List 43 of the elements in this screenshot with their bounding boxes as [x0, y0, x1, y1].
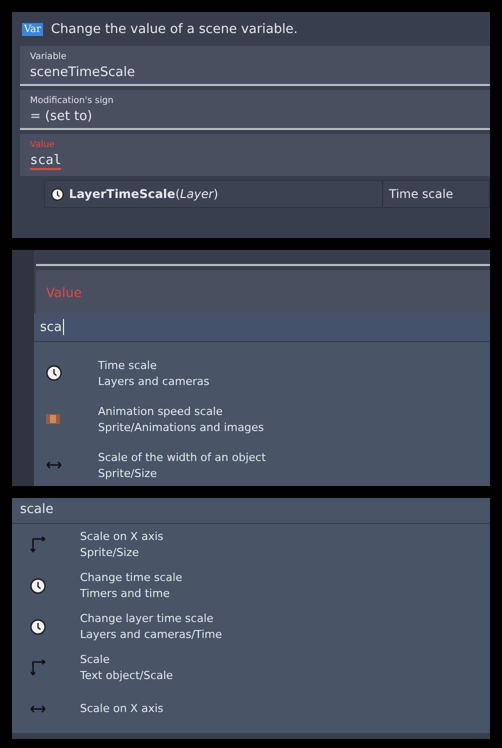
- film-strip-icon: [46, 414, 60, 424]
- item-category: Sprite/Size: [98, 466, 158, 480]
- item-title[interactable]: Change layer time scale: [80, 612, 222, 625]
- item-category: Layers and cameras: [98, 374, 210, 388]
- double-arrow-icon: [46, 461, 62, 469]
- field-value: scal: [30, 153, 62, 170]
- search-field[interactable]: sca: [34, 313, 490, 342]
- field-label: Modification's sign: [30, 96, 114, 106]
- item-category: Timers and time: [80, 587, 171, 600]
- function-name: LayerTimeScale(Layer): [69, 187, 218, 201]
- item-category: Sprite/Size: [80, 546, 140, 559]
- item-title[interactable]: Scale: [80, 653, 173, 666]
- form-field[interactable]: Value scal: [20, 134, 490, 176]
- clock-icon: [46, 365, 62, 381]
- field-value: sceneTimeScale: [30, 65, 135, 80]
- item-title[interactable]: Change time scale: [80, 571, 182, 584]
- item-title[interactable]: Animation speed scale: [98, 404, 264, 418]
- clock-icon: [30, 618, 46, 634]
- item-title[interactable]: Scale of the width of an object: [98, 450, 266, 464]
- corner-arrow-icon: [30, 536, 46, 554]
- form-field[interactable]: Modification's sign = (set to): [20, 90, 490, 130]
- field-label: Variable: [30, 52, 68, 62]
- item-title[interactable]: Scale on X axis: [80, 530, 164, 543]
- item-title[interactable]: Time scale: [98, 358, 210, 372]
- field-label: Value: [46, 286, 83, 301]
- autocomplete-suggestion[interactable]: LayerTimeScale(Layer) Time scale: [44, 180, 490, 208]
- double-arrow-icon: [30, 704, 46, 712]
- field-label: Value: [30, 140, 56, 150]
- action-title: Change the value of a scene variable.: [51, 22, 298, 37]
- form-field[interactable]: Variable sceneTimeScale: [20, 46, 490, 86]
- corner-arrow-icon: [30, 658, 46, 676]
- clock-icon: [30, 578, 46, 594]
- item-category: Layers and cameras/Time: [80, 628, 222, 641]
- item-category: Sprite/Animations and images: [98, 420, 264, 434]
- search-text: scale: [20, 502, 54, 517]
- clock-icon: [51, 188, 64, 200]
- search-field[interactable]: scale: [12, 498, 490, 524]
- variable-badge: Var: [22, 23, 44, 36]
- item-title[interactable]: Scale on X axis: [80, 702, 164, 715]
- search-text: sca: [40, 320, 62, 334]
- item-category: Text object/Scale: [80, 669, 173, 682]
- field-value: = (set to): [30, 109, 92, 124]
- function-description: Time scale: [389, 187, 454, 201]
